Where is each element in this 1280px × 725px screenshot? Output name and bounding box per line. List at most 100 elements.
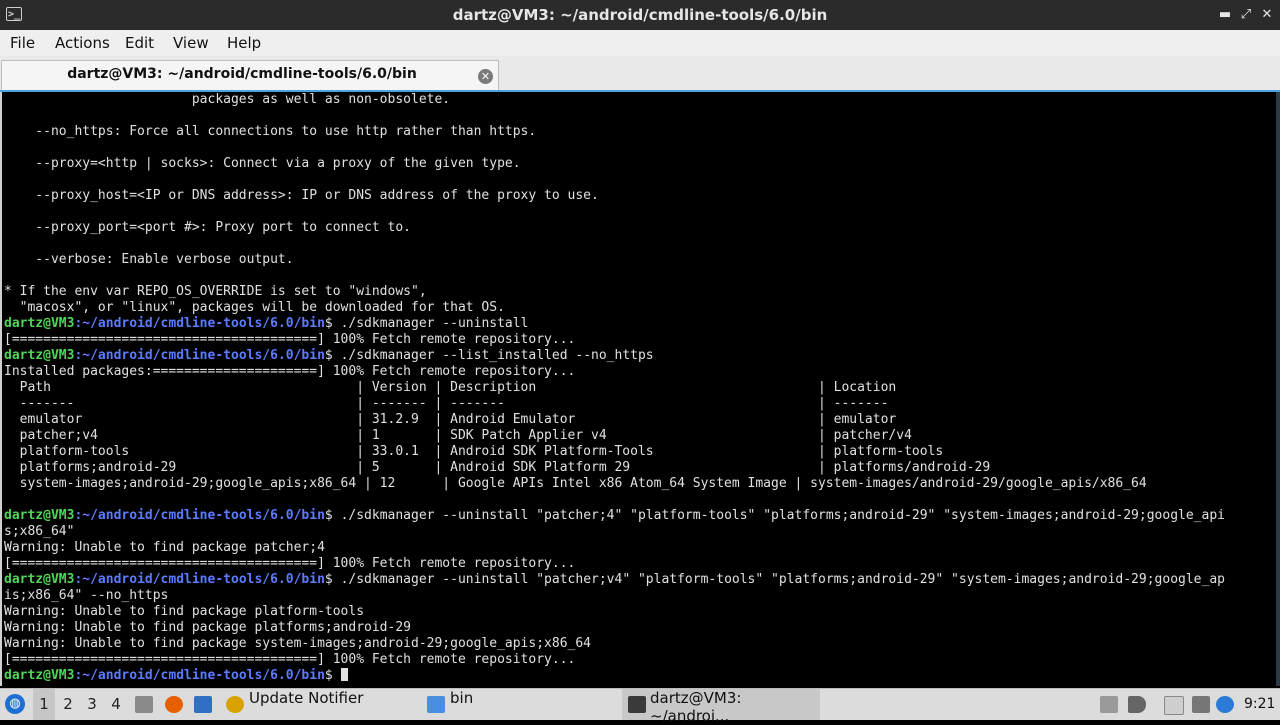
line-text: s;x86_64" bbox=[4, 524, 75, 539]
menu-edit[interactable]: Edit bbox=[125, 34, 154, 52]
menu-help[interactable]: Help bbox=[227, 34, 261, 52]
terminal-output-line: "macosx", or "linux", packages will be d… bbox=[4, 300, 1225, 316]
start-menu-icon[interactable]: ◍ bbox=[5, 694, 25, 714]
terminal-output-line: [=======================================… bbox=[4, 652, 1225, 668]
terminal-cursor bbox=[340, 668, 348, 681]
workspace-3[interactable]: 3 bbox=[81, 689, 103, 720]
menu-view[interactable]: View bbox=[173, 34, 209, 52]
prompt-path: :~/android/cmdline-tools/6.0/bin bbox=[74, 508, 325, 523]
workspace-2[interactable]: 2 bbox=[57, 689, 79, 720]
terminal-output-line: Warning: Unable to find package platform… bbox=[4, 620, 1225, 636]
terminal-output-line: emulator | 31.2.9 | Android Emulator | e… bbox=[4, 412, 1225, 428]
prompt-path: :~/android/cmdline-tools/6.0/bin bbox=[74, 316, 325, 331]
line-text: ./sdkmanager --uninstall bbox=[340, 316, 529, 331]
line-text: Warning: Unable to find package patcher;… bbox=[4, 540, 325, 555]
tab-close-icon[interactable]: ✕ bbox=[478, 69, 493, 84]
line-text: --no_https: Force all connections to use… bbox=[4, 124, 537, 139]
terminal-lines: packages as well as non-obsolete. --no_h… bbox=[4, 92, 1225, 684]
line-text: [=======================================… bbox=[4, 556, 576, 571]
task-terminal-icon bbox=[628, 696, 646, 713]
prompt-suffix: $ bbox=[324, 572, 341, 587]
prompt-suffix: $ bbox=[324, 316, 341, 331]
prompt-suffix: $ bbox=[324, 668, 341, 683]
terminal-output-line: system-images;android-29;google_apis;x86… bbox=[4, 476, 1225, 492]
tray-info-icon[interactable] bbox=[1216, 696, 1234, 713]
terminal-command-line: dartz@VM3:~/android/cmdline-tools/6.0/bi… bbox=[4, 508, 1225, 524]
task-terminal[interactable]: dartz@VM3: ~/androi... bbox=[622, 689, 820, 725]
line-text: ------- | ------- | ------- | ------- bbox=[4, 396, 889, 411]
line-text: Warning: Unable to find package platform… bbox=[4, 620, 411, 635]
workspace-4[interactable]: 4 bbox=[105, 689, 127, 720]
line-text: packages as well as non-obsolete. bbox=[4, 92, 451, 107]
line-text: is;x86_64" --no_https bbox=[4, 588, 169, 603]
maximize-icon[interactable]: ⤢ bbox=[1237, 6, 1255, 24]
line-text: --proxy_port=<port #>: Proxy port to con… bbox=[4, 220, 411, 235]
terminal-scrollbar[interactable] bbox=[1276, 92, 1280, 686]
terminal-output-line: Path | Version | Description | Location bbox=[4, 380, 1225, 396]
line-text: platforms;android-29 | 5 | Android SDK P… bbox=[4, 460, 991, 475]
terminal-launcher-icon[interactable] bbox=[194, 696, 212, 713]
terminal-output-line: patcher;v4 | 1 | SDK Patch Applier v4 | … bbox=[4, 428, 1225, 444]
tab-label: dartz@VM3: ~/android/cmdline-tools/6.0/b… bbox=[67, 66, 417, 82]
terminal-command-line: dartz@VM3:~/android/cmdline-tools/6.0/bi… bbox=[4, 348, 1225, 364]
line-text: Path | Version | Description | Location bbox=[4, 380, 897, 395]
line-text: --proxy=<http | socks>: Connect via a pr… bbox=[4, 156, 521, 171]
terminal-command-line: dartz@VM3:~/android/cmdline-tools/6.0/bi… bbox=[4, 316, 1225, 332]
prompt-path: :~/android/cmdline-tools/6.0/bin bbox=[74, 668, 325, 683]
line-text: --proxy_host=<IP or DNS address>: IP or … bbox=[4, 188, 599, 203]
volume-icon[interactable] bbox=[1128, 696, 1146, 713]
terminal-output-line: ------- | ------- | ------- | ------- bbox=[4, 396, 1225, 412]
terminal-output-line: * If the env var REPO_OS_OVERRIDE is set… bbox=[4, 284, 1225, 300]
terminal-output-line: packages as well as non-obsolete. bbox=[4, 92, 1225, 108]
clock: 9:21 bbox=[1244, 696, 1276, 712]
folder-icon bbox=[427, 696, 445, 713]
line-text: emulator | 31.2.9 | Android Emulator | e… bbox=[4, 412, 897, 427]
terminal-output-line: s;x86_64" bbox=[4, 524, 1225, 540]
line-text: Warning: Unable to find package system-i… bbox=[4, 636, 591, 651]
minimize-icon[interactable]: ▬ bbox=[1216, 6, 1234, 24]
line-text: Warning: Unable to find package platform… bbox=[4, 604, 365, 619]
line-text: [=======================================… bbox=[4, 652, 576, 667]
terminal-output-line: Installed packages:=====================… bbox=[4, 364, 1225, 380]
line-text: --verbose: Enable verbose output. bbox=[4, 252, 294, 267]
menu-bar: File Actions Edit View Help bbox=[0, 30, 1280, 56]
update-notifier-icon bbox=[226, 696, 244, 713]
terminal-output-line: Warning: Unable to find package patcher;… bbox=[4, 540, 1225, 556]
terminal-output-line: --no_https: Force all connections to use… bbox=[4, 124, 1225, 140]
terminal-command-line: dartz@VM3:~/android/cmdline-tools/6.0/bi… bbox=[4, 668, 1225, 684]
terminal-output-line: platforms;android-29 | 5 | Android SDK P… bbox=[4, 460, 1225, 476]
terminal-output-line: Warning: Unable to find package system-i… bbox=[4, 636, 1225, 652]
terminal-output-line: --proxy_host=<IP or DNS address>: IP or … bbox=[4, 188, 1225, 204]
menu-actions[interactable]: Actions bbox=[55, 34, 110, 52]
terminal-tab[interactable]: dartz@VM3: ~/android/cmdline-tools/6.0/b… bbox=[1, 60, 499, 90]
terminal-command-line: dartz@VM3:~/android/cmdline-tools/6.0/bi… bbox=[4, 572, 1225, 588]
line-text: patcher;v4 | 1 | SDK Patch Applier v4 | … bbox=[4, 428, 912, 443]
prompt-user: dartz@VM3 bbox=[4, 572, 75, 587]
line-text: Installed packages:=====================… bbox=[4, 364, 576, 379]
tray-file-icon[interactable] bbox=[1164, 696, 1184, 715]
tray-clipboard-icon[interactable] bbox=[1100, 696, 1118, 713]
terminal-output[interactable]: packages as well as non-obsolete. --no_h… bbox=[0, 92, 1278, 686]
terminal-output-line: [=======================================… bbox=[4, 332, 1225, 348]
terminal-output-line: --proxy_port=<port #>: Proxy port to con… bbox=[4, 220, 1225, 236]
terminal-output-line: --verbose: Enable verbose output. bbox=[4, 252, 1225, 268]
window-titlebar[interactable]: >_ dartz@VM3: ~/android/cmdline-tools/6.… bbox=[0, 0, 1280, 30]
taskbar: ◍ 1 2 3 4 Update Notifier bin dartz@VM3:… bbox=[0, 688, 1280, 725]
line-text: ./sdkmanager --uninstall "patcher;4" "pl… bbox=[340, 508, 1225, 523]
tray-network-icon[interactable] bbox=[1192, 696, 1210, 713]
show-desktop-icon[interactable] bbox=[135, 696, 153, 713]
task-update-notifier[interactable]: Update Notifier bbox=[249, 689, 363, 720]
workspace-1[interactable]: 1 bbox=[33, 689, 55, 720]
terminal-output-line: [=======================================… bbox=[4, 556, 1225, 572]
firefox-icon[interactable] bbox=[165, 696, 183, 713]
task-file-manager[interactable]: bin bbox=[450, 689, 473, 720]
line-text: platform-tools | 33.0.1 | Android SDK Pl… bbox=[4, 444, 944, 459]
line-text: system-images;android-29;google_apis;x86… bbox=[4, 476, 1147, 491]
menu-file[interactable]: File bbox=[10, 34, 35, 52]
close-icon[interactable]: ✕ bbox=[1258, 6, 1276, 24]
